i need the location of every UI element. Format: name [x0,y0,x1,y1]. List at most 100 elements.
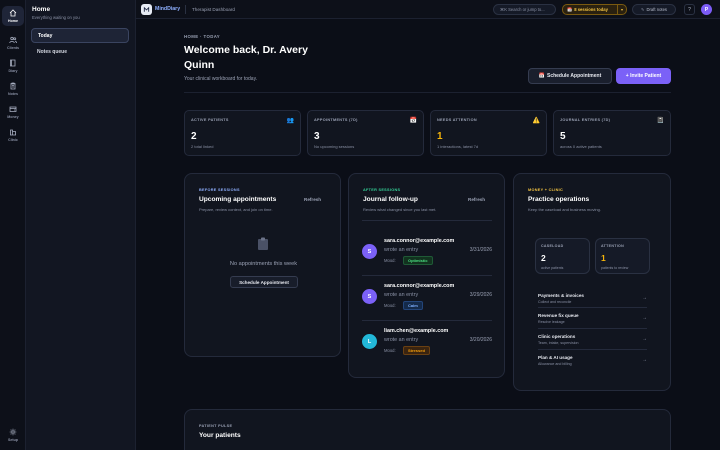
arrow-right-icon: → [642,315,647,321]
stat-sub: across 0 active patients [560,144,602,149]
chevron-down-icon[interactable]: ▾ [617,5,626,14]
users-icon: 👥 [286,118,294,124]
schedule-appointment-button[interactable]: 📅 Schedule Appointment [528,68,612,84]
stat-sub: No upcoming sessions [314,144,355,149]
entry-email: sara.connor@example.com [384,238,455,244]
side-title: Home [32,6,51,13]
side-subtitle: Everything waiting on you [32,15,80,20]
divider [538,328,647,329]
op-title: Plan & AI usage [538,355,573,360]
rail-label: Notes [8,91,18,96]
stat-sub: 2 total linked [191,144,214,149]
stat-label: JOURNAL ENTRIES (7D) [560,118,611,122]
stat-card-needs-attention[interactable]: NEEDS ATTENTION ⚠️ 1 1 interactions, lat… [430,110,547,156]
clipboard-icon [10,82,16,90]
card-title: Journal follow-up [363,196,418,203]
rail-label: Home [8,18,18,23]
entry-date: 3/29/2026 [469,292,492,298]
side-item-today[interactable]: Today [31,28,129,43]
draft-notes-button[interactable]: ✎ Draft notes [632,4,676,15]
search-input[interactable]: ⌘K Search or jump to... [493,4,556,15]
stat-card-active-patients[interactable]: ACTIVE PATIENTS 👥 2 2 total linked [184,110,301,156]
card-title: Your patients [199,432,241,439]
rail-label: Clients [7,45,19,50]
gear-icon [9,429,17,436]
side-item-notes-queue[interactable]: Notes queue [31,44,129,59]
stat-card-appointments[interactable]: APPOINTMENTS (7D) 📅 3 No upcoming sessio… [307,110,424,156]
caseload-tile[interactable]: CASELOAD 2 active patients [535,238,590,274]
op-item-payments[interactable]: Payments & invoices Collect and reconcil… [538,293,647,311]
rail-item-clients[interactable]: Clients [2,33,24,53]
invite-patient-button[interactable]: + Invite Patient [616,68,671,84]
card-subtitle: Keep the caseload and business moving. [528,207,601,212]
tile-label: CASELOAD [541,244,564,248]
rail-label: Diary [8,68,18,73]
rail-item-setup[interactable]: Setup [2,425,24,445]
card-eyebrow: PATIENT PULSE [199,424,233,428]
card-title: Upcoming appointments [199,196,277,203]
schedule-appointment-button[interactable]: Schedule Appointment [230,276,298,288]
entry-email: liam.chen@example.com [384,328,449,334]
card-eyebrow: BEFORE SESSIONS [199,188,240,192]
drafts-label: Draft notes [646,7,667,12]
building-icon [10,129,16,136]
tile-value: 1 [601,253,606,263]
logo[interactable] [141,4,152,15]
mood-label: Mood: [384,258,396,263]
logo-icon [143,6,150,12]
refresh-button[interactable]: Refresh [468,197,485,202]
divider [362,275,492,276]
wallet-icon [9,106,17,113]
entry-email: sara.connor@example.com [384,283,455,289]
patient-pulse-card: PATIENT PULSE Your patients [184,409,671,450]
tile-sub: patients to review [601,266,629,270]
journal-entry[interactable]: S sara.connor@example.com wrote an entry… [362,238,492,278]
attention-tile[interactable]: ATTENTION 1 patients to review [595,238,650,274]
note-icon: ✎ [641,7,645,12]
divider [362,220,492,221]
stat-card-journal-entries[interactable]: JOURNAL ENTRIES (7D) 📓 5 across 0 active… [553,110,671,156]
empty-state-text: No appointments this week [229,261,298,267]
calendar-icon: 📅 [538,73,545,79]
mood-label: Mood: [384,303,396,308]
users-icon [9,37,17,44]
mood-badge: Stressed [403,346,430,355]
avatar[interactable]: P [701,4,712,15]
brand-name[interactable]: MindDiary [155,6,180,12]
sessions-label: 8 sessions today [574,7,608,12]
entry-date: 3/31/2026 [469,247,492,253]
op-sub: Collect and reconcile [538,300,572,304]
divider [538,307,647,308]
rail-item-money[interactable]: Money [2,102,24,122]
rail-label: Money [7,114,19,119]
sessions-today-button[interactable]: 📅 8 sessions today ▾ [562,4,627,15]
calendar-icon: 📅 [409,118,417,124]
mood-badge: Optimistic [403,256,433,265]
rail-item-clinic[interactable]: Clinic [2,125,24,145]
entry-action: wrote an entry [384,247,419,253]
welcome-subtitle: Your clinical workboard for today. [184,76,258,82]
refresh-button[interactable]: Refresh [304,197,321,202]
breadcrumb: HOME · TODAY [184,34,221,39]
help-button[interactable]: ? [684,4,695,15]
op-title: Revenue fix queue [538,313,579,318]
practice-operations-card: MONEY + CLINIC Practice operations Keep … [513,173,671,391]
journal-entry[interactable]: L liam.chen@example.com wrote an entry M… [362,328,492,368]
stat-value: 5 [560,131,566,142]
rail-item-home[interactable]: Home [2,6,24,26]
journal-followup-card: AFTER SESSIONS Journal follow-up Review … [348,173,505,378]
home-icon [9,9,17,17]
rail-item-diary[interactable]: Diary [2,56,24,76]
warning-icon: ⚠️ [532,118,540,124]
calendar-icon: 📅 [567,6,573,12]
journal-entry[interactable]: S sara.connor@example.com wrote an entry… [362,283,492,323]
divider [185,5,186,14]
op-item-plan-ai-usage[interactable]: Plan & AI usage Allowance and billing → [538,355,647,373]
rail-label: Setup [8,437,18,442]
upcoming-appointments-card: BEFORE SESSIONS Upcoming appointments Pr… [184,173,341,357]
entry-action: wrote an entry [384,292,419,298]
card-eyebrow: MONEY + CLINIC [528,188,564,192]
rail-item-notes[interactable]: Notes [2,79,24,99]
icon-rail: Home Clients Diary Notes Money Clinic Se… [0,0,26,450]
op-sub: Allowance and billing [538,362,572,366]
